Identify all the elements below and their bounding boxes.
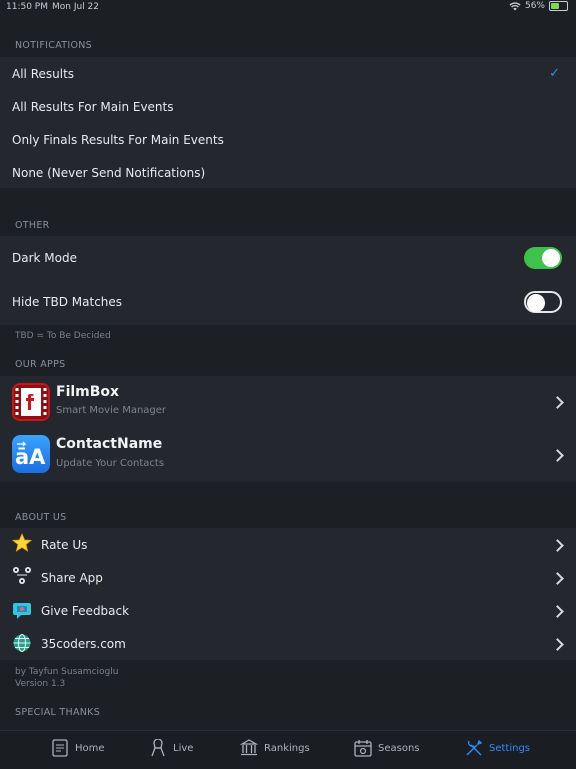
hide-tbd-label: Hide TBD Matches bbox=[12, 295, 123, 309]
other-header: OTHER bbox=[15, 220, 50, 231]
tab-label: Seasons bbox=[378, 742, 420, 754]
battery-percent: 56% bbox=[524, 1, 545, 11]
app-title: FilmBox bbox=[56, 384, 120, 400]
author-text: by Tayfun Susamcioglu bbox=[15, 667, 119, 677]
star-icon bbox=[12, 533, 32, 552]
status-date: Mon Jul 22 bbox=[52, 2, 100, 12]
chevron-right-icon bbox=[551, 396, 564, 409]
notification-option-main-events[interactable]: All Results For Main Events bbox=[0, 90, 576, 123]
tab-rankings[interactable]: Rankings bbox=[240, 739, 310, 757]
checkmark-icon: ✓ bbox=[549, 66, 560, 81]
tab-live[interactable]: Live bbox=[149, 739, 193, 757]
filmbox-icon bbox=[12, 383, 50, 421]
app-subtitle: Smart Movie Manager bbox=[56, 405, 167, 416]
hide-tbd-toggle[interactable] bbox=[524, 291, 562, 313]
tab-seasons[interactable]: Seasons bbox=[354, 739, 420, 757]
tab-label: Home bbox=[75, 742, 105, 754]
battery-icon bbox=[549, 1, 568, 11]
globe-icon bbox=[13, 634, 31, 652]
status-time: 11:50 PM bbox=[6, 2, 48, 12]
rate-us-label: Rate Us bbox=[41, 537, 88, 552]
option-label: All Results bbox=[12, 66, 75, 81]
other-group: Dark Mode Hide TBD Matches bbox=[0, 236, 576, 325]
dark-mode-row: Dark Mode bbox=[0, 236, 576, 280]
tbd-footnote: TBD = To Be Decided bbox=[15, 331, 111, 341]
tab-label: Live bbox=[173, 742, 194, 754]
wifi-icon bbox=[509, 1, 521, 10]
hide-tbd-row: Hide TBD Matches bbox=[0, 280, 576, 324]
tab-label: Rankings bbox=[264, 742, 310, 754]
app-row-filmbox[interactable]: FilmBox Smart Movie Manager bbox=[0, 376, 576, 429]
notification-option-finals[interactable]: Only Finals Results For Main Events bbox=[0, 123, 576, 156]
tab-bar: Home Live Rankings Seasons Settings bbox=[0, 730, 576, 769]
contactname-icon: āA bbox=[12, 435, 50, 473]
svg-text:āA: āA bbox=[15, 445, 46, 469]
notifications-group: All Results ✓ All Results For Main Event… bbox=[0, 57, 576, 188]
app-subtitle: Update Your Contacts bbox=[56, 458, 165, 469]
share-icon bbox=[13, 567, 31, 584]
notifications-header: NOTIFICATIONS bbox=[15, 40, 92, 51]
about-us-group: Rate Us Share App Give Feedback 35coders… bbox=[0, 528, 576, 660]
chevron-right-icon bbox=[551, 638, 564, 651]
option-label: Only Finals Results For Main Events bbox=[12, 132, 224, 147]
status-right: 56% bbox=[509, 1, 568, 11]
chevron-right-icon bbox=[551, 539, 564, 552]
option-label: None (Never Send Notifications) bbox=[12, 165, 206, 180]
notification-option-all-results[interactable]: All Results ✓ bbox=[0, 57, 576, 90]
live-icon bbox=[151, 739, 165, 757]
home-icon bbox=[52, 739, 68, 757]
app-row-contactname[interactable]: āA ContactName Update Your Contacts bbox=[0, 429, 576, 482]
seasons-icon bbox=[354, 740, 372, 757]
website-label: 35coders.com bbox=[41, 636, 126, 651]
app-title: ContactName bbox=[56, 436, 163, 452]
our-apps-group: FilmBox Smart Movie Manager āA ContactNa… bbox=[0, 376, 576, 482]
chevron-right-icon bbox=[551, 605, 564, 618]
settings-icon bbox=[466, 739, 483, 756]
tab-settings[interactable]: Settings bbox=[465, 739, 530, 757]
notification-option-none[interactable]: None (Never Send Notifications) bbox=[0, 156, 576, 189]
dark-mode-label: Dark Mode bbox=[12, 251, 77, 265]
rate-us-row[interactable]: Rate Us bbox=[0, 528, 576, 561]
share-app-label: Share App bbox=[41, 570, 103, 585]
dark-mode-toggle[interactable] bbox=[524, 247, 562, 269]
tab-label: Settings bbox=[489, 742, 531, 754]
version-text: Version 1.3 bbox=[15, 679, 66, 689]
give-feedback-row[interactable]: Give Feedback bbox=[0, 594, 576, 627]
share-app-row[interactable]: Share App bbox=[0, 561, 576, 594]
rankings-icon bbox=[240, 739, 258, 756]
our-apps-header: OUR APPS bbox=[15, 359, 66, 370]
chevron-right-icon bbox=[551, 449, 564, 462]
option-label: All Results For Main Events bbox=[12, 99, 174, 114]
status-bar: 11:50 PM Mon Jul 22 56% bbox=[0, 0, 576, 16]
website-row[interactable]: 35coders.com bbox=[0, 627, 576, 660]
special-thanks-header: SPECIAL THANKS bbox=[15, 707, 101, 718]
give-feedback-label: Give Feedback bbox=[41, 603, 130, 618]
about-us-header: ABOUT US bbox=[15, 512, 67, 523]
chevron-right-icon bbox=[551, 572, 564, 585]
feedback-icon bbox=[13, 603, 31, 619]
tab-home[interactable]: Home bbox=[51, 739, 105, 757]
